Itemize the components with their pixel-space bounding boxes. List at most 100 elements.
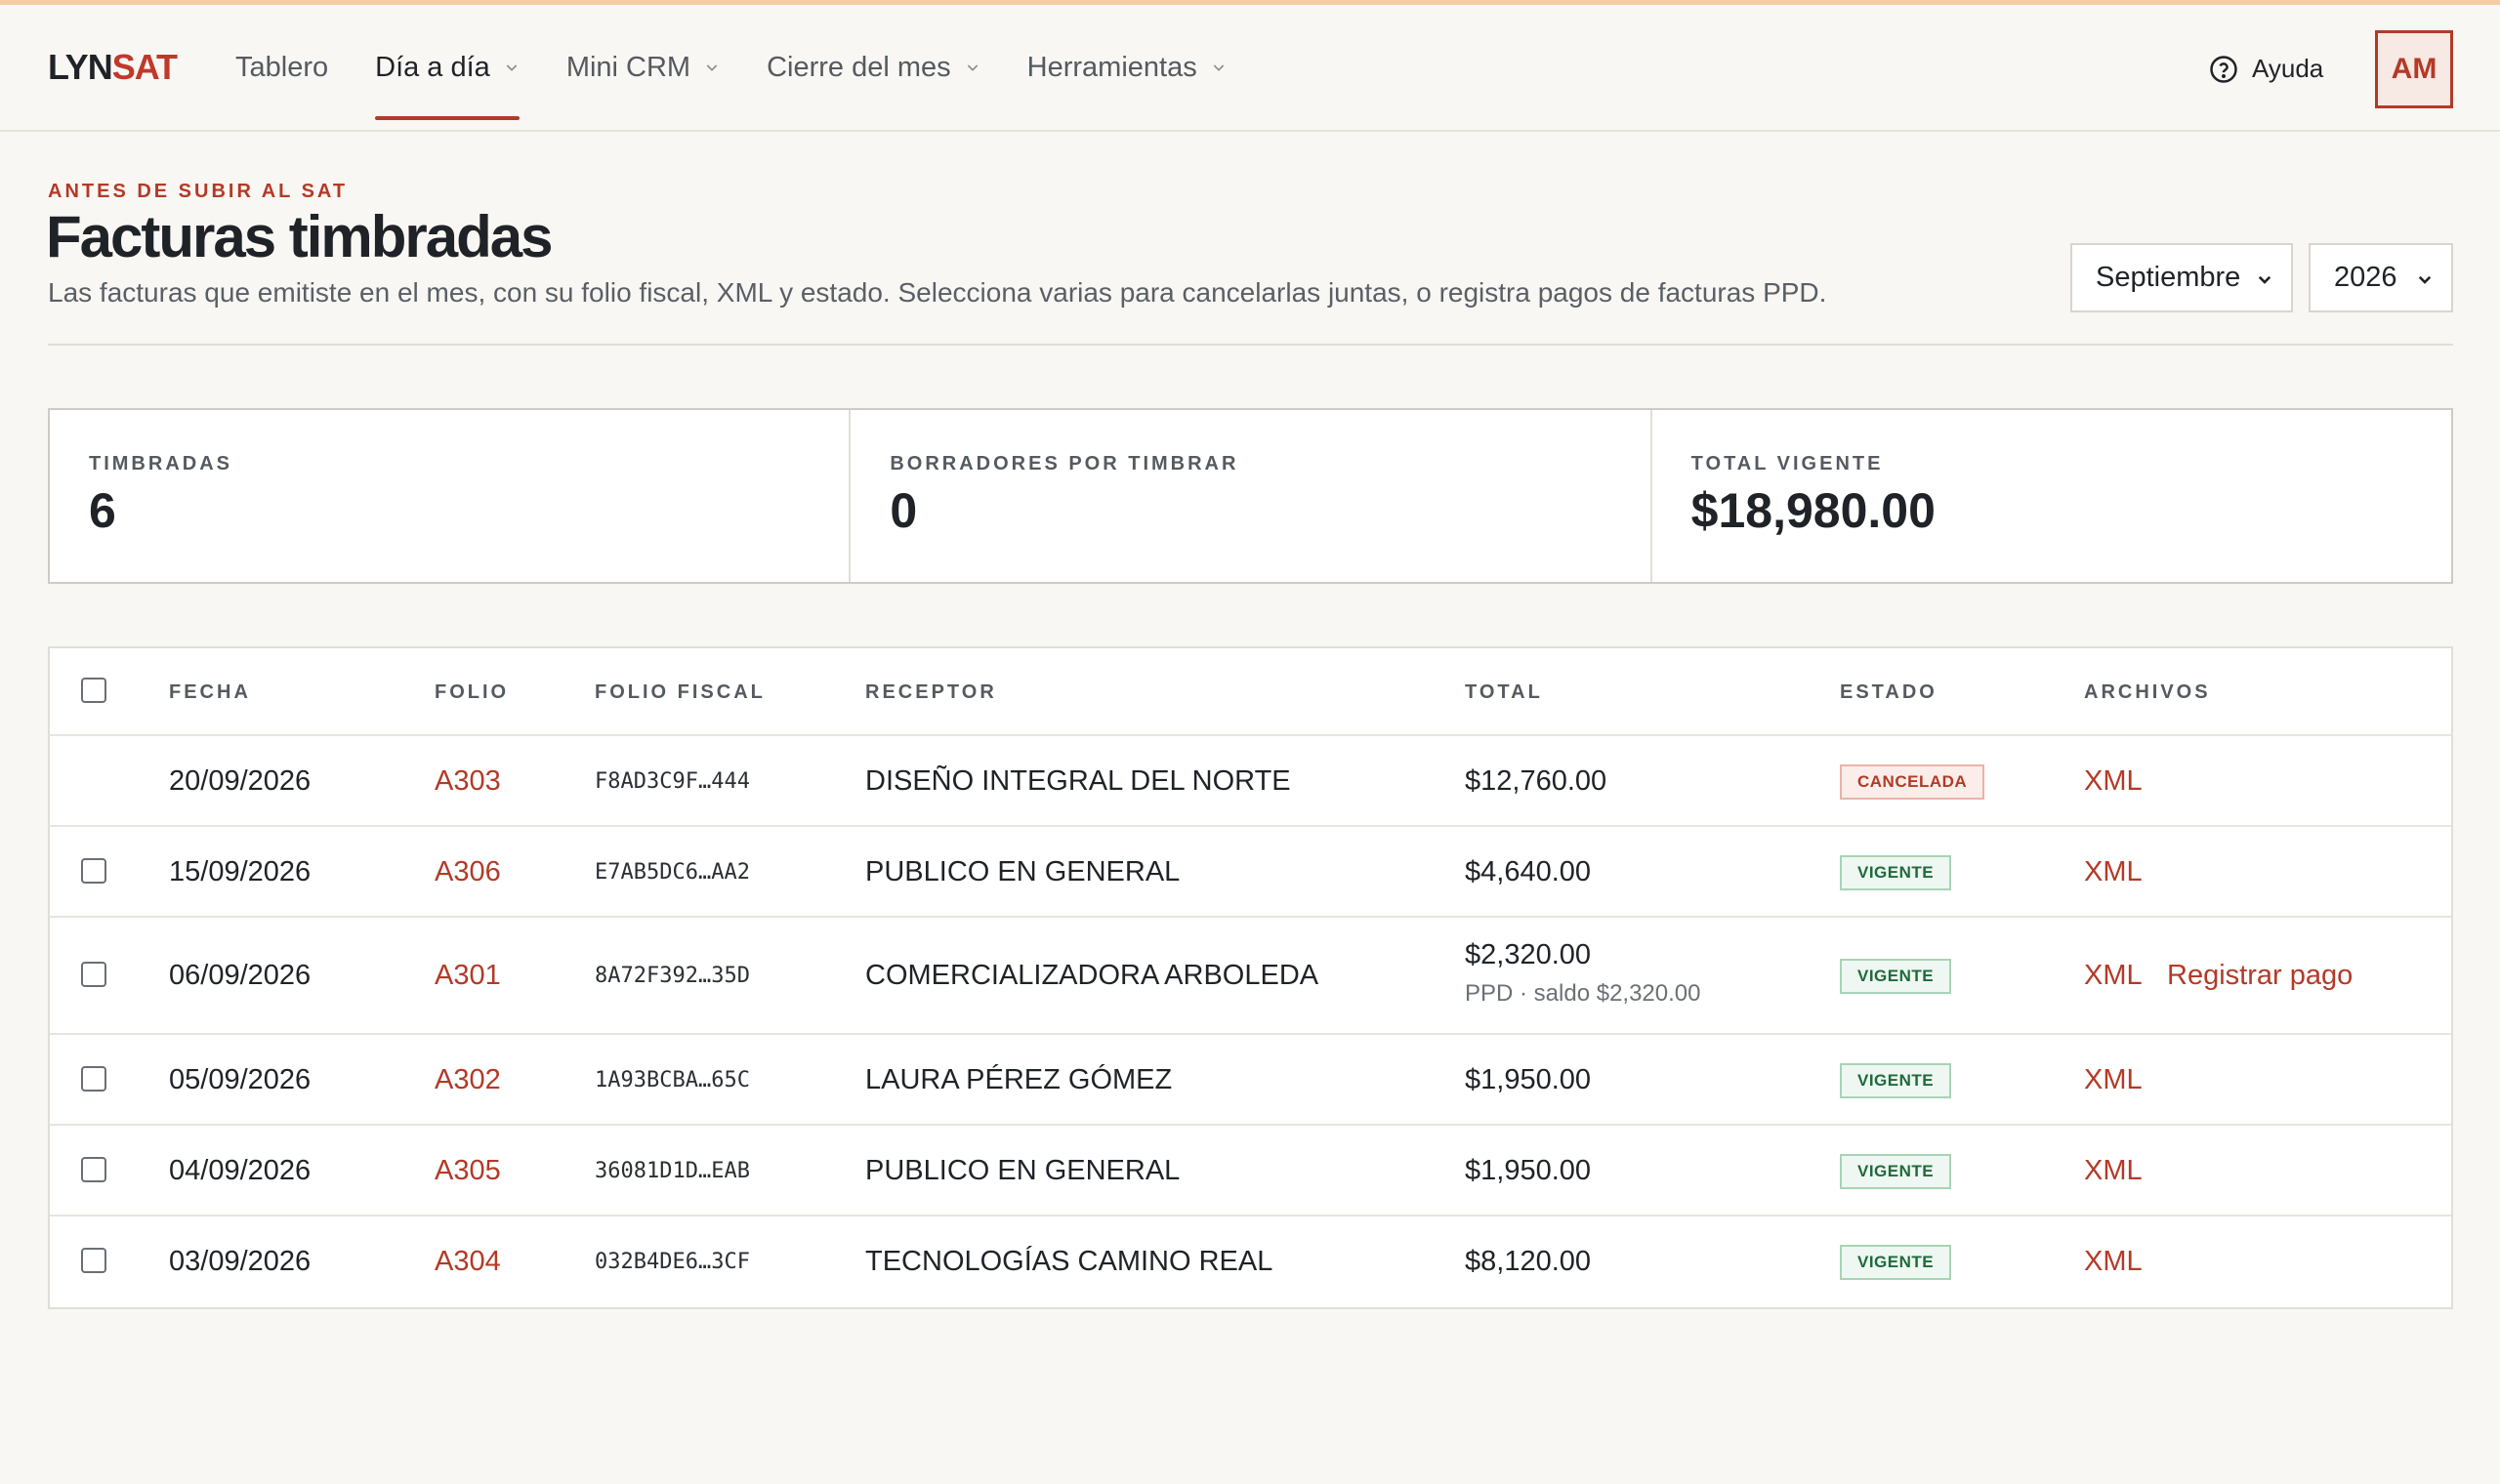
cell-total: $8,120.00 bbox=[1465, 1245, 1592, 1277]
table-row[interactable]: 03/09/2026 A304 032B4DE6…3CF TECNOLOGÍAS CA… bbox=[50, 1216, 2451, 1307]
cell-fecha: 05/09/2026 bbox=[169, 1063, 312, 1095]
page-subtitle: Las facturas que emitiste en el mes, con… bbox=[48, 277, 1827, 308]
xml-download-link[interactable]: XML bbox=[2084, 765, 2143, 798]
nav-item-cierre-del-mes[interactable]: Cierre del mes bbox=[767, 5, 980, 130]
cell-total: $1,950.00 bbox=[1465, 1063, 1592, 1095]
xml-download-link[interactable]: XML bbox=[2084, 960, 2143, 992]
column-header-archivos: ARCHIVOS bbox=[2084, 681, 2211, 703]
cell-receptor: PUBLICO EN GENERAL bbox=[865, 855, 1181, 887]
status-badge: VIGENTE bbox=[1840, 1153, 1952, 1189]
cell-folio-fiscal: F8AD3C9F…444 bbox=[595, 768, 750, 794]
stat-value: 0 bbox=[890, 483, 918, 538]
table-row[interactable]: 15/09/2026 A306 E7AB5DC6…AA2 PUBLICO EN GEN… bbox=[50, 827, 2451, 918]
xml-download-link[interactable]: XML bbox=[2084, 1246, 2143, 1278]
month-select[interactable]: Septiembre bbox=[2070, 243, 2293, 312]
nav-item-label: Tablero bbox=[235, 51, 329, 83]
nav-item-mini-crm[interactable]: Mini CRM bbox=[566, 5, 720, 130]
cell-folio-fiscal: 032B4DE6…3CF bbox=[595, 1249, 750, 1274]
folio-link[interactable]: A301 bbox=[435, 960, 501, 992]
xml-download-link[interactable]: XML bbox=[2084, 1064, 2143, 1096]
cell-fecha: 20/09/2026 bbox=[169, 764, 312, 797]
stat-total-vigente: TOTAL VIGENTE $18,980.00 bbox=[1652, 410, 2451, 582]
folio-link[interactable]: A305 bbox=[435, 1155, 501, 1187]
help-label: Ayuda bbox=[2252, 54, 2324, 83]
cell-receptor: DISEÑO INTEGRAL DEL NORTE bbox=[865, 764, 1291, 797]
nav-item-label: Herramientas bbox=[1026, 51, 1197, 83]
chevron-down-icon bbox=[2258, 275, 2271, 284]
nav-item-label: Día a día bbox=[375, 51, 490, 83]
folio-link[interactable]: A302 bbox=[435, 1064, 501, 1096]
invoices-table: FECHA FOLIO FOLIO FISCAL RECEPTOR TOTAL … bbox=[48, 646, 2453, 1309]
table-row[interactable]: 05/09/2026 A302 1A93BCBA…65C LAURA PÉREZ GÓ… bbox=[50, 1035, 2451, 1126]
column-header-estado: ESTADO bbox=[1840, 681, 1938, 703]
table-row[interactable]: 06/09/2026 A301 8A72F392…35D COMERCIALIZADO… bbox=[50, 918, 2451, 1035]
logo[interactable]: LYNSAT bbox=[48, 47, 178, 88]
nav-item-label: Cierre del mes bbox=[767, 51, 951, 83]
year-select-value: 2026 bbox=[2334, 262, 2397, 293]
chevron-down-icon bbox=[706, 64, 718, 71]
cell-fecha: 15/09/2026 bbox=[169, 855, 312, 887]
folio-link[interactable]: A304 bbox=[435, 1246, 501, 1278]
user-avatar[interactable]: AM bbox=[2375, 30, 2453, 108]
status-badge: VIGENTE bbox=[1840, 1244, 1952, 1280]
cell-folio-fiscal: 36081D1D…EAB bbox=[595, 1158, 750, 1183]
cell-fecha: 06/09/2026 bbox=[169, 960, 312, 991]
chevron-down-icon bbox=[506, 64, 518, 71]
cell-receptor: TECNOLOGÍAS CAMINO REAL bbox=[865, 1245, 1273, 1277]
select-all-checkbox[interactable] bbox=[81, 678, 106, 703]
table-row[interactable]: 04/09/2026 A305 36081D1D…EAB PUBLICO EN GEN… bbox=[50, 1126, 2451, 1216]
cell-total: $2,320.00 bbox=[1465, 939, 1592, 970]
page-eyebrow: ANTES DE SUBIR AL SAT bbox=[48, 181, 349, 202]
cell-receptor: COMERCIALIZADORA ARBOLEDA bbox=[865, 960, 1319, 991]
row-checkbox[interactable] bbox=[81, 1247, 106, 1273]
column-header-folio: FOLIO bbox=[435, 681, 510, 703]
register-payment-link[interactable]: Registrar pago bbox=[2167, 960, 2353, 992]
chevron-down-icon bbox=[1213, 64, 1224, 71]
nav-item-tablero[interactable]: Tablero bbox=[235, 5, 328, 130]
nav-item-herramientas[interactable]: Herramientas bbox=[1027, 5, 1227, 130]
cell-folio-fiscal: 8A72F392…35D bbox=[595, 964, 750, 988]
question-circle-icon bbox=[2210, 55, 2237, 83]
column-header-receptor: RECEPTOR bbox=[865, 681, 997, 703]
stat-label: BORRADORES POR TIMBRAR bbox=[890, 453, 1239, 474]
stat-label: TOTAL VIGENTE bbox=[1690, 453, 1884, 474]
table-row[interactable]: 20/09/2026 A303 F8AD3C9F…444 DISEÑO INTEGRA… bbox=[50, 736, 2451, 827]
chevron-down-icon bbox=[967, 64, 978, 71]
row-checkbox[interactable] bbox=[81, 962, 106, 987]
header-divider bbox=[48, 344, 2453, 346]
help-button[interactable]: Ayuda bbox=[2209, 54, 2323, 84]
cell-receptor: PUBLICO EN GENERAL bbox=[865, 1154, 1181, 1186]
main-menu: Tablero Día a día Mini CRM Cierre del mes He… bbox=[235, 5, 1273, 130]
folio-link[interactable]: A303 bbox=[435, 765, 501, 798]
cell-folio-fiscal: E7AB5DC6…AA2 bbox=[595, 859, 750, 885]
cell-receptor: LAURA PÉREZ GÓMEZ bbox=[865, 1063, 1173, 1095]
status-badge: VIGENTE bbox=[1840, 959, 1952, 994]
stat-borradores: BORRADORES POR TIMBRAR 0 bbox=[851, 410, 1652, 582]
stat-value: 6 bbox=[89, 483, 116, 538]
status-badge: VIGENTE bbox=[1840, 854, 1952, 890]
xml-download-link[interactable]: XML bbox=[2084, 1155, 2143, 1187]
row-checkbox[interactable] bbox=[81, 1065, 106, 1092]
top-navigation: LYNSAT Tablero Día a día Mini CRM Cierre de… bbox=[0, 5, 2500, 132]
logo-text-sat: SAT bbox=[111, 47, 178, 87]
cell-folio-fiscal: 1A93BCBA…65C bbox=[595, 1067, 750, 1092]
cell-total-saldo: PPD · saldo $2,320.00 bbox=[1465, 980, 1701, 1007]
nav-item-dia-a-dia[interactable]: Día a día bbox=[375, 5, 520, 130]
chevron-down-icon bbox=[2418, 275, 2432, 284]
stat-timbradas: TIMBRADAS 6 bbox=[50, 410, 852, 582]
column-header-total: TOTAL bbox=[1465, 681, 1543, 703]
folio-link[interactable]: A306 bbox=[435, 856, 501, 888]
stat-value: $18,980.00 bbox=[1690, 483, 1936, 538]
column-header-folio-fiscal: FOLIO FISCAL bbox=[595, 681, 766, 703]
xml-download-link[interactable]: XML bbox=[2084, 856, 2143, 888]
status-badge: VIGENTE bbox=[1840, 1062, 1952, 1098]
row-checkbox[interactable] bbox=[81, 857, 106, 884]
cell-fecha: 03/09/2026 bbox=[169, 1245, 312, 1277]
page-title: Facturas timbradas bbox=[46, 204, 554, 269]
cell-total: $12,760.00 bbox=[1465, 764, 1607, 797]
row-checkbox[interactable] bbox=[81, 1156, 106, 1182]
nav-item-label: Mini CRM bbox=[565, 51, 691, 83]
year-select[interactable]: 2026 bbox=[2309, 243, 2453, 312]
logo-text-lyn: LYN bbox=[48, 47, 113, 87]
stats-panel: TIMBRADAS 6 BORRADORES POR TIMBRAR 0 TOT… bbox=[48, 408, 2453, 584]
